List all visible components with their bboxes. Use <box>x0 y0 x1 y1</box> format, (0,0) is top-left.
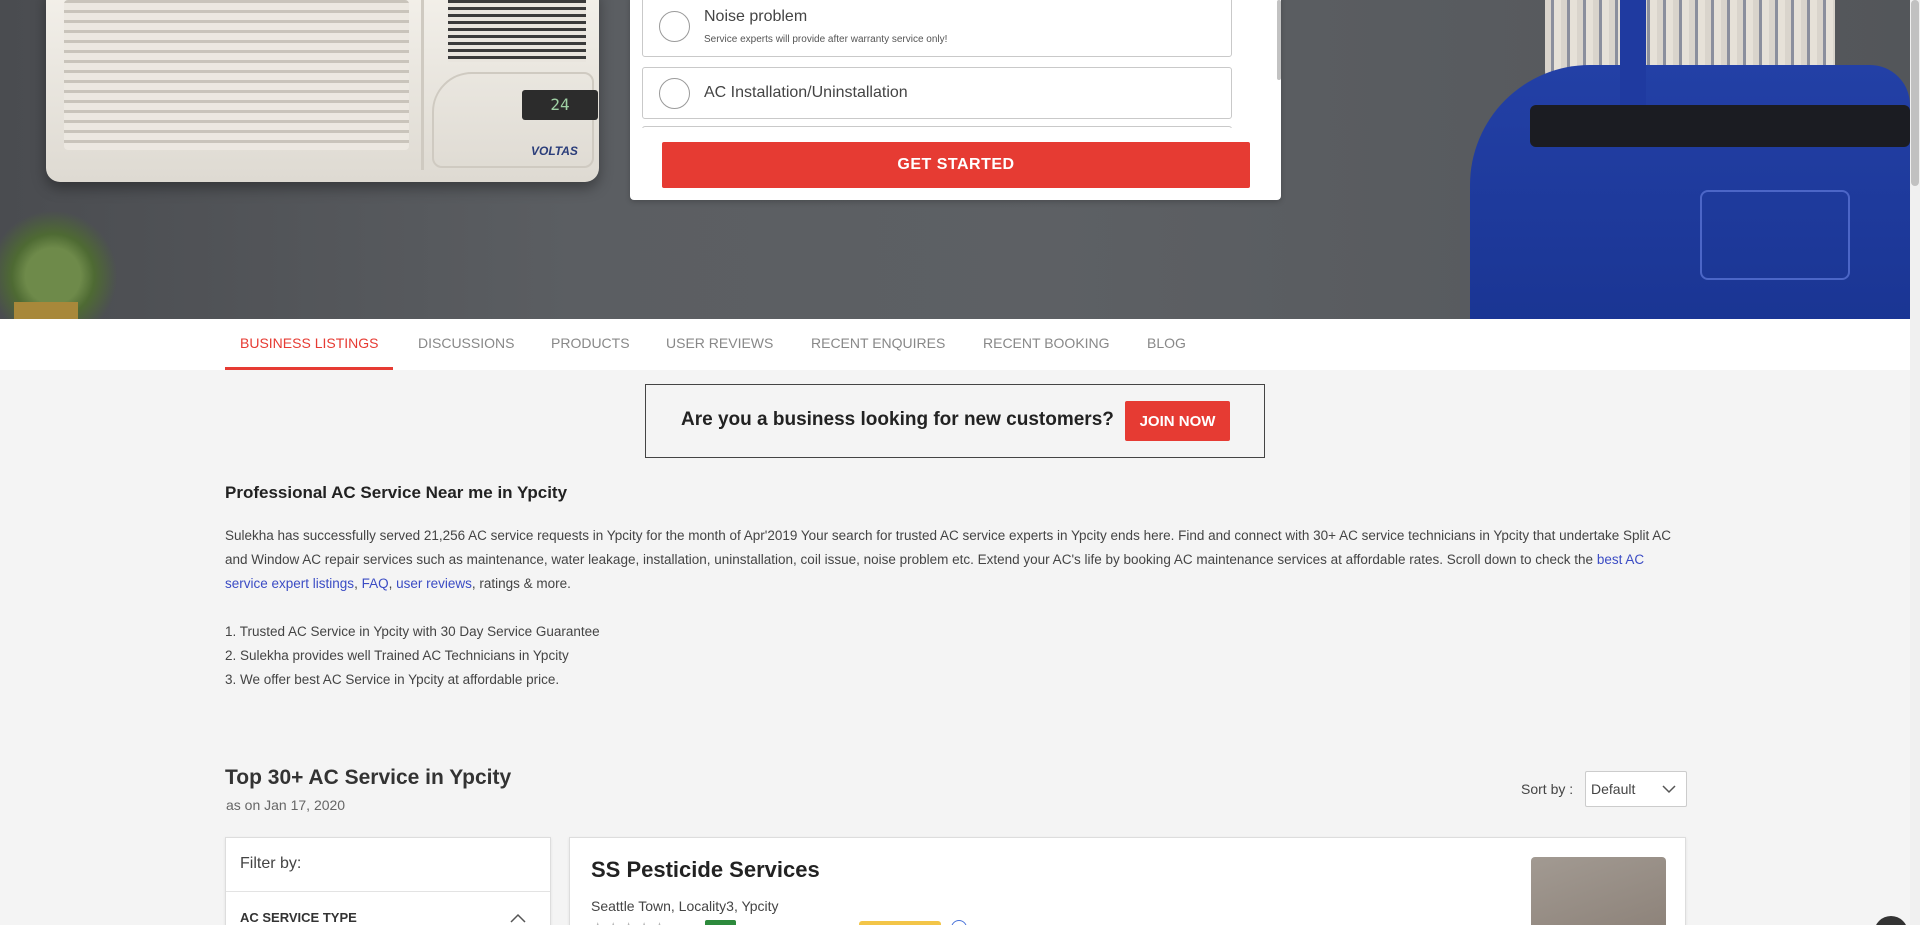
description-paragraph: Sulekha has successfully served 21,256 A… <box>225 528 1671 591</box>
link-faq[interactable]: FAQ <box>362 576 389 591</box>
tab-recent-enquires[interactable]: RECENT ENQUIRES <box>796 319 960 370</box>
info-icon[interactable] <box>951 920 967 925</box>
rating-badge <box>705 920 736 925</box>
get-started-button[interactable]: GET STARTED <box>662 142 1250 188</box>
ac-brand-logo: VOLTAS <box>531 144 578 158</box>
listing-section-title: Top 30+ AC Service in Ypcity <box>225 766 512 789</box>
list-item: 2. Sulekha provides well Trained AC Tech… <box>225 648 569 663</box>
option-subtitle: Service experts will provide after warra… <box>704 34 948 45</box>
join-now-button[interactable]: JOIN NOW <box>1125 401 1230 441</box>
join-banner-text: Are you a business looking for new custo… <box>681 409 1114 430</box>
verified-tag <box>859 921 941 925</box>
ac-temperature-display: 24 <box>522 90 598 120</box>
tab-user-reviews[interactable]: USER REVIEWS <box>651 319 788 370</box>
business-listing-card[interactable]: SS Pesticide Services Seattle Town, Loca… <box>569 837 1686 925</box>
sort-dropdown[interactable]: Default <box>1585 771 1687 807</box>
radio-button[interactable] <box>659 11 690 42</box>
option-ac-installation[interactable]: AC Installation/Uninstallation <box>642 67 1232 119</box>
plant-pot <box>14 302 78 319</box>
technician-image <box>1470 0 1910 319</box>
business-thumbnail[interactable] <box>1531 857 1666 925</box>
tab-business-listings[interactable]: BUSINESS LISTINGS <box>225 319 394 370</box>
business-name[interactable]: SS Pesticide Services <box>591 857 820 883</box>
join-banner: Are you a business looking for new custo… <box>645 384 1265 458</box>
listing-date: as on Jan 17, 2020 <box>226 797 346 813</box>
chevron-up-icon[interactable] <box>508 911 528 925</box>
section-tabs: BUSINESS LISTINGS DISCUSSIONS PRODUCTS U… <box>0 319 1910 370</box>
link-user-reviews[interactable]: user reviews <box>396 576 472 591</box>
option-next[interactable] <box>642 126 1232 128</box>
business-location: Seattle Town, Locality3, Ypcity <box>591 898 779 914</box>
filter-heading: Filter by: <box>240 855 302 872</box>
sort-label: Sort by : <box>1521 781 1574 797</box>
option-title: Noise problem <box>704 8 808 25</box>
chat-icon[interactable] <box>1874 916 1908 925</box>
service-options-list[interactable]: Noise problem Service experts will provi… <box>636 0 1272 128</box>
form-scrollbar[interactable] <box>1277 0 1281 80</box>
star-rating: ★★★★★ <box>591 919 668 925</box>
description-title: Professional AC Service Near me in Ypcit… <box>225 483 568 502</box>
chevron-down-icon <box>1662 785 1676 794</box>
tab-discussions[interactable]: DISCUSSIONS <box>403 319 529 370</box>
tab-recent-booking[interactable]: RECENT BOOKING <box>968 319 1125 370</box>
filter-panel: Filter by: AC SERVICE TYPE <box>225 837 551 925</box>
filter-section-ac-service-type[interactable]: AC SERVICE TYPE <box>240 910 357 925</box>
radio-button[interactable] <box>659 78 690 109</box>
sort-value: Default <box>1591 781 1636 797</box>
tab-products[interactable]: PRODUCTS <box>536 319 645 370</box>
benefits-list: 1. Trusted AC Service in Ypcity with 30 … <box>225 620 600 692</box>
list-item: 3. We offer best AC Service in Ypcity at… <box>225 672 560 687</box>
option-title: AC Installation/Uninstallation <box>704 84 908 101</box>
tab-blog[interactable]: BLOG <box>1132 319 1201 370</box>
option-noise-problem[interactable]: Noise problem Service experts will provi… <box>642 0 1232 57</box>
air-conditioner-image: 24 VOLTAS <box>46 0 599 182</box>
page-scrollbar-thumb[interactable] <box>1911 0 1919 186</box>
list-item: 1. Trusted AC Service in Ypcity with 30 … <box>225 624 600 639</box>
